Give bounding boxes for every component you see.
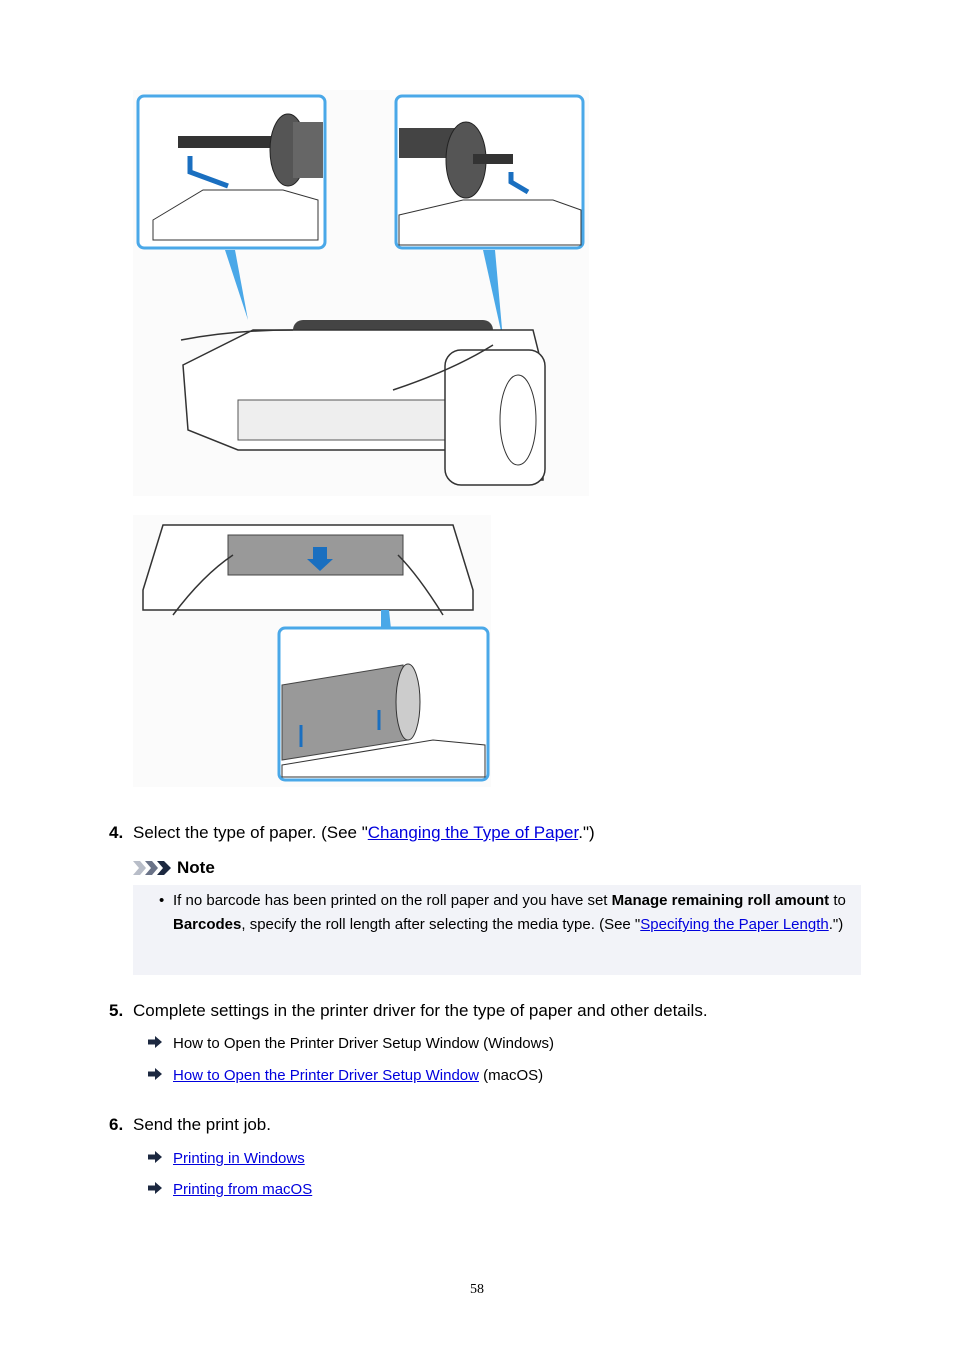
printing-in-windows-link[interactable]: Printing in Windows — [173, 1149, 305, 1169]
list-item: Printing in Windows — [148, 1149, 305, 1169]
note-text-1: If no barcode has been printed on the ro… — [173, 892, 612, 909]
list-item: Printing from macOS — [148, 1180, 312, 1200]
step-6: 6. Send the print job. — [109, 1114, 271, 1136]
arrow-right-icon — [148, 1066, 173, 1086]
note-text-4: .") — [828, 916, 844, 933]
specifying-paper-length-link[interactable]: Specifying the Paper Length — [640, 916, 828, 933]
list-item: How to Open the Printer Driver Setup Win… — [148, 1034, 554, 1054]
roll-holder-loading-illustration — [133, 90, 589, 496]
arrow-right-icon — [148, 1149, 173, 1169]
setting-value: Barcodes — [173, 916, 242, 933]
macos-driver-setup-link[interactable]: How to Open the Printer Driver Setup Win… — [173, 1066, 479, 1086]
step-number: 4. — [109, 823, 124, 842]
list-item: How to Open the Printer Driver Setup Win… — [148, 1066, 543, 1086]
note-title: Note — [177, 858, 215, 877]
changing-paper-type-link[interactable]: Changing the Type of Paper — [368, 823, 578, 842]
arrow-right-icon — [148, 1180, 173, 1200]
step-text-end: .") — [578, 823, 595, 842]
setting-name: Manage remaining roll amount — [611, 892, 830, 909]
note-text: If no barcode has been printed on the ro… — [173, 889, 853, 937]
manual-page: 4. Select the type of paper. (See "Changi… — [0, 0, 954, 1350]
step-text: Send the print job. — [133, 1115, 271, 1134]
arrow-right-icon — [148, 1034, 173, 1054]
page-number: 58 — [470, 1282, 484, 1297]
step-text: Select the type of paper. (See " — [133, 823, 368, 842]
bullet: • — [159, 892, 165, 909]
step-number: 5. — [109, 1001, 124, 1020]
note-chevrons-icon — [133, 861, 171, 875]
windows-driver-setup-text: How to Open the Printer Driver Setup Win… — [173, 1035, 554, 1052]
step-5: 5. Complete settings in the printer drive… — [109, 1000, 708, 1022]
link-suffix: (macOS) — [478, 1067, 544, 1084]
step-number: 6. — [109, 1115, 124, 1134]
note-text-2: to — [829, 892, 846, 909]
printing-from-macos-link[interactable]: Printing from macOS — [173, 1180, 312, 1200]
note-text-3: , specify the roll length after selectin… — [241, 916, 641, 933]
note-box: • If no barcode has been printed on the … — [133, 885, 861, 975]
step-text: Complete settings in the printer driver … — [133, 1001, 708, 1020]
roll-seating-illustration — [133, 515, 491, 787]
step-4: 4. Select the type of paper. (See "Changi… — [109, 822, 595, 844]
note-heading: Note — [133, 858, 215, 878]
